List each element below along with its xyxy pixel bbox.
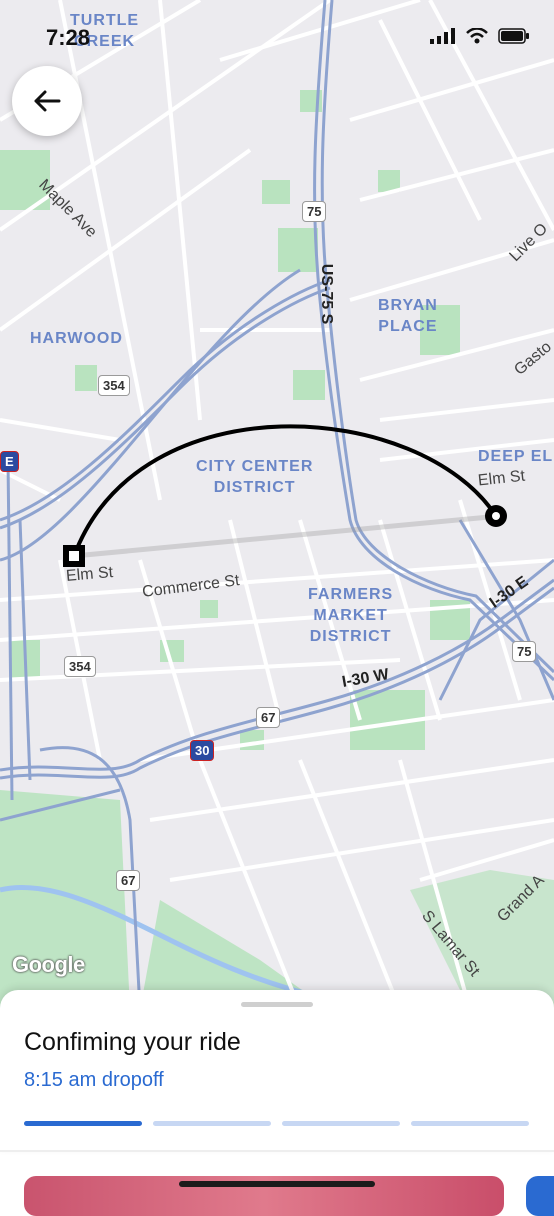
- dropoff-time: 8:15 am dropoff: [24, 1069, 164, 1091]
- progress-bar: [24, 1121, 529, 1126]
- progress-segment: [411, 1121, 529, 1126]
- progress-segment: [282, 1121, 400, 1126]
- interstate-shield-e: E: [0, 451, 19, 472]
- area-label-city-center: CITY CENTER DISTRICT: [196, 458, 314, 496]
- route-shield-354-a: 354: [98, 375, 130, 396]
- signal-icon: [430, 28, 455, 44]
- area-label-farmers-market: FARMERS MARKET DISTRICT: [308, 586, 394, 645]
- route-shield-67-a: 67: [256, 707, 281, 728]
- status-bar: 7:28: [0, 0, 554, 70]
- area-label-deep-ellum: DEEP EL: [478, 448, 554, 465]
- highway-label-us75s: US-75 S: [318, 263, 336, 325]
- google-attribution: Google: [12, 952, 85, 977]
- wifi-icon: [466, 28, 488, 44]
- route-shield-75-right: 75: [512, 641, 537, 662]
- home-indicator: [179, 1181, 375, 1187]
- route-shield-75-top: 75: [302, 201, 327, 222]
- progress-segment: [24, 1121, 142, 1126]
- bottom-sheet[interactable]: Confiming your ride 8:15 am dropoff: [0, 990, 554, 1150]
- battery-icon: [498, 28, 529, 44]
- interstate-shield-30: 30: [190, 740, 215, 761]
- route-shield-354-b: 354: [64, 656, 96, 677]
- area-label-bryan-place: BRYAN PLACE: [378, 297, 438, 335]
- route-shield-67-b: 67: [116, 870, 141, 891]
- arrow-left-icon: [34, 90, 61, 112]
- map-view[interactable]: TURTLE CREEK HARWOOD BRYAN PLACE CITY CE…: [0, 0, 554, 1010]
- sheet-title: Confiming your ride: [24, 1028, 241, 1056]
- divider: [0, 1150, 554, 1152]
- status-time: 7:28: [46, 25, 91, 50]
- status-icons: [430, 28, 530, 44]
- progress-segment: [153, 1121, 271, 1126]
- sheet-grab-handle[interactable]: [241, 1002, 313, 1007]
- back-button[interactable]: [12, 66, 82, 136]
- promo-card[interactable]: [526, 1176, 554, 1216]
- map-canvas: [0, 0, 554, 1010]
- area-label-harwood: HARWOOD: [30, 330, 123, 347]
